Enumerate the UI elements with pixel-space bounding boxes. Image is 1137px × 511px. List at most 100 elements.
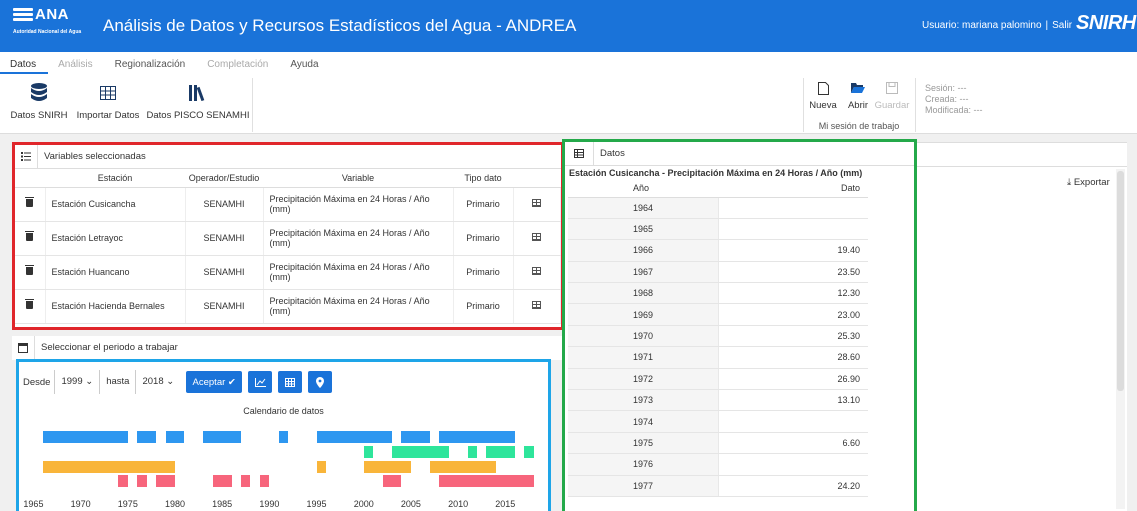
value-cell: 12.30: [718, 282, 868, 305]
axis-tick-label: 1995: [306, 499, 327, 509]
table-icon: [565, 149, 593, 158]
calendar-bar: [42, 431, 128, 443]
trash-icon: [25, 231, 35, 241]
delete-row-button[interactable]: [15, 255, 46, 290]
period-panel-header: Seleccionar el periodo a trabajar: [12, 336, 564, 360]
new-file-icon: [808, 82, 838, 100]
value-cell: [718, 218, 868, 241]
period-panel: Desde 1999 ⌄ hasta 2018 ⌄ Aceptar ✔ Cale…: [16, 359, 551, 511]
abrir-label: Abrir: [847, 100, 869, 111]
operador-cell: SENAMHI: [185, 187, 264, 222]
table-row: 1970 25.30: [568, 325, 868, 348]
tab-datos[interactable]: Datos: [0, 58, 49, 74]
datos-panel-header: Datos: [565, 141, 914, 166]
estacion-cell: Estación Huancano: [45, 255, 186, 290]
abrir-button[interactable]: Abrir: [843, 82, 873, 111]
variable-cell: Precipitación Máxima en 24 Horas / Año (…: [263, 221, 454, 256]
value-cell: 23.50: [718, 261, 868, 284]
datos-scrollbar[interactable]: [1116, 169, 1125, 509]
view-data-button[interactable]: [513, 289, 561, 324]
app-title: Análisis de Datos y Recursos Estadístico…: [103, 16, 577, 35]
delete-row-button[interactable]: [15, 289, 46, 324]
session-modified: Modificada: ---: [925, 105, 983, 115]
calendar-bar: [486, 446, 515, 458]
value-cell: 19.40: [718, 239, 868, 262]
session-name: Sesión: ---: [925, 83, 967, 93]
table-row: 1975 6.60: [568, 432, 868, 455]
tab-regionalizacion[interactable]: Regionalización: [105, 58, 198, 74]
export-icon: ⤓: [1067, 177, 1072, 188]
estacion-cell: Estación Letrayoc: [45, 221, 186, 256]
session-created: Creada: ---: [925, 94, 969, 104]
delete-row-button[interactable]: [15, 187, 46, 222]
calendar-bar: [401, 431, 430, 443]
variables-panel-title: Variables seleccionadas: [37, 144, 146, 169]
ribbon-separator: [915, 78, 916, 132]
water-waves-icon: [13, 8, 33, 24]
view-data-button[interactable]: [513, 187, 561, 222]
table-row: 1967 23.50: [568, 261, 868, 284]
value-cell: 23.00: [718, 303, 868, 326]
exportar-label: Exportar: [1073, 177, 1110, 188]
calendar-chart: 1965 1970 1975 1980 1985 1990 1995 2000 2005 2010…: [19, 362, 548, 511]
logout-link[interactable]: Salir: [1052, 20, 1072, 31]
calendar-icon: [12, 343, 34, 353]
calendar-bar: [156, 475, 175, 487]
calendar-bar: [137, 475, 147, 487]
period-panel-title: Seleccionar el periodo a trabajar: [34, 336, 178, 360]
table-row: Estación Letrayoc SENAMHI Precipitación …: [15, 221, 561, 256]
importar-datos-label: Importar Datos: [76, 110, 140, 121]
nueva-button[interactable]: Nueva: [808, 82, 838, 111]
tab-completacion[interactable]: Completación: [197, 58, 280, 74]
exportar-button[interactable]: ⤓ Exportar: [1067, 177, 1110, 188]
view-data-button[interactable]: [513, 221, 561, 256]
logo-subtitle: Autoridad Nacional del Agua: [13, 29, 82, 35]
scrollbar-thumb[interactable]: [1117, 171, 1124, 391]
table-row: 1977 24.20: [568, 475, 868, 497]
year-cell: 1975: [568, 432, 719, 455]
delete-row-button[interactable]: [15, 221, 46, 256]
value-cell: [718, 197, 868, 219]
axis-tick-label: 1990: [259, 499, 280, 509]
year-cell: 1965: [568, 218, 719, 241]
variables-table: Estación Operador/Estudio Variable Tipo …: [15, 169, 561, 324]
year-cell: 1966: [568, 239, 719, 262]
calendar-bar: [467, 446, 477, 458]
pisco-senamhi-label: Datos PISCO SENAMHI: [146, 110, 250, 121]
view-data-button[interactable]: [513, 255, 561, 290]
col-year: Año: [568, 180, 718, 198]
ana-logo: ANA Autoridad Nacional del Agua: [13, 6, 93, 44]
table-row: 1964: [568, 197, 868, 219]
list-icon: [15, 152, 37, 161]
value-cell: [718, 453, 868, 476]
table-row: 1966 19.40: [568, 239, 868, 262]
calendar-bar: [212, 475, 232, 487]
table-row: 1973 13.10: [568, 389, 868, 412]
estacion-cell: Estación Cusicancha: [45, 187, 186, 222]
variable-cell: Precipitación Máxima en 24 Horas / Año (…: [263, 289, 454, 324]
calendar-bar: [316, 431, 392, 443]
year-cell: 1977: [568, 475, 719, 497]
table-row: 1974: [568, 410, 868, 433]
axis-tick-label: 1970: [70, 499, 91, 509]
importar-datos-button[interactable]: Importar Datos: [73, 82, 143, 121]
col-delete: [15, 169, 45, 188]
calendar-bar: [316, 461, 326, 473]
pisco-senamhi-button[interactable]: Datos PISCO SENAMHI: [146, 82, 250, 121]
calendar-bar: [363, 461, 411, 473]
calendar-bar: [259, 475, 270, 487]
calendar-bar: [429, 461, 496, 473]
table-icon: [532, 301, 542, 309]
col-variable: Variable: [263, 169, 453, 188]
datos-snirh-button[interactable]: Datos SNIRH: [10, 82, 68, 121]
operador-cell: SENAMHI: [185, 221, 264, 256]
axis-tick-label: 2010: [448, 499, 469, 509]
calendar-bar: [203, 431, 242, 443]
tab-ayuda[interactable]: Ayuda: [280, 58, 330, 74]
tab-analisis[interactable]: Análisis: [48, 58, 104, 74]
menu-tabs: Datos Análisis Regionalización Completac…: [0, 58, 331, 74]
calendar-bar: [363, 446, 374, 458]
year-cell: 1970: [568, 325, 719, 348]
axis-tick-label: 1965: [23, 499, 44, 509]
guardar-button[interactable]: Guardar: [874, 82, 910, 111]
